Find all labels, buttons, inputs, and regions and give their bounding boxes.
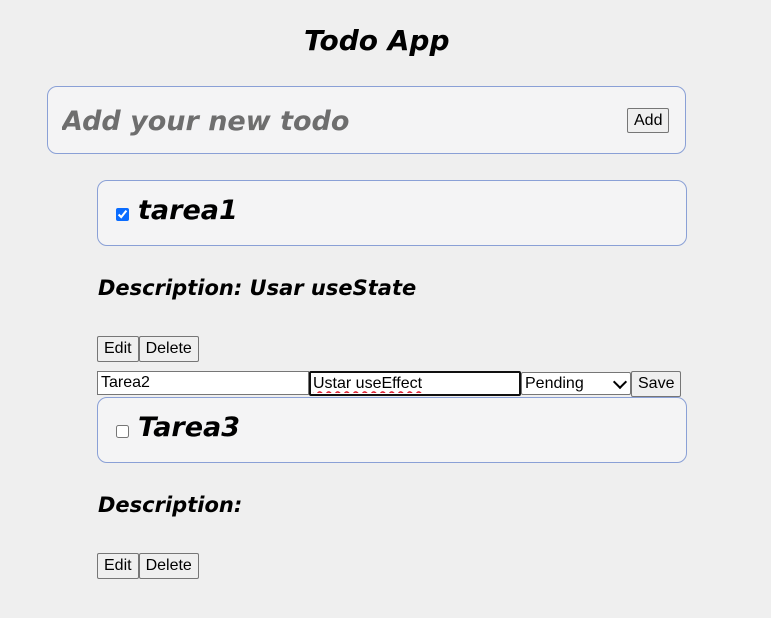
edit-button[interactable]: Edit (97, 553, 139, 579)
todo-complete-checkbox[interactable] (116, 208, 129, 221)
todo-complete-checkbox[interactable] (116, 425, 129, 438)
todo-actions: Edit Delete (97, 553, 199, 579)
todo-title: tarea1 (138, 195, 238, 226)
edit-button[interactable]: Edit (97, 336, 139, 362)
todo-actions: Edit Delete (97, 336, 199, 362)
todo-description: Description: Usar useState (98, 276, 417, 300)
todo-app-page: Todo App Add tarea1 Description: Usar us… (0, 0, 771, 618)
status-select[interactable]: Pending (521, 372, 631, 395)
delete-button[interactable]: Delete (138, 553, 199, 579)
delete-button[interactable]: Delete (138, 336, 199, 362)
add-button[interactable]: Add (627, 108, 670, 133)
todo-item-tarea1: tarea1 (97, 180, 687, 246)
todo-description: Description: (98, 493, 243, 517)
app-title: Todo App (304, 24, 450, 57)
add-todo-form: Add (47, 86, 686, 154)
todo-title: Tarea3 (138, 412, 241, 443)
save-button[interactable]: Save (631, 371, 682, 397)
edit-title-input[interactable] (97, 371, 309, 395)
new-todo-input[interactable] (62, 101, 602, 141)
todo-edit-row: Pending Save (97, 371, 688, 397)
todo-item-tarea3: Tarea3 (97, 397, 687, 463)
edit-description-input[interactable] (309, 371, 521, 396)
